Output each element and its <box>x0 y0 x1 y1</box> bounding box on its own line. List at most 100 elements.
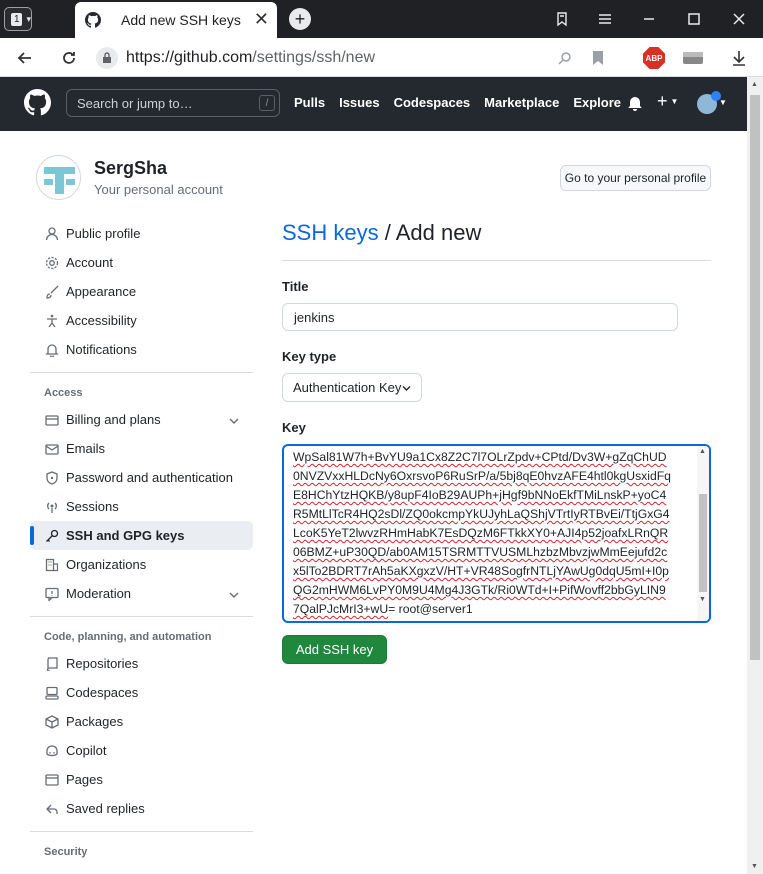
key-icon <box>44 528 60 544</box>
textarea-scrollbar-thumb[interactable] <box>699 494 707 592</box>
minimize-icon[interactable] <box>639 9 659 29</box>
key-textarea-content: WpSal81W7h+BvYU9a1Cx8Z2C7l7OLrZpdv+CPtd/… <box>293 448 687 619</box>
bell-icon <box>44 342 60 358</box>
search-page-icon[interactable] <box>554 47 576 69</box>
chevron-down-icon[interactable] <box>229 587 239 602</box>
settings-sidebar: Public profile Account Appearance Access… <box>30 219 253 864</box>
back-arrow-icon[interactable] <box>14 47 36 69</box>
sidebar-item-accessibility[interactable]: Accessibility <box>30 306 253 335</box>
credit-card-icon <box>44 412 60 428</box>
reload-icon[interactable] <box>58 47 80 69</box>
sidebar-item-saved-replies[interactable]: Saved replies <box>30 794 253 823</box>
sidebar-item-ssh-gpg-keys[interactable]: SSH and GPG keys <box>30 521 253 550</box>
package-icon <box>44 714 60 730</box>
report-icon <box>44 586 60 602</box>
breadcrumb-ssh-keys-link[interactable]: SSH keys <box>282 220 379 245</box>
nav-issues[interactable]: Issues <box>339 95 379 110</box>
sidebar-item-label: Accessibility <box>66 313 137 328</box>
title-input[interactable]: jenkins <box>282 303 678 331</box>
breadcrumb-current: / Add new <box>378 220 482 245</box>
new-tab-button[interactable]: + <box>289 8 311 30</box>
sidebar-item-public-profile[interactable]: Public profile <box>30 219 253 248</box>
sidebar-divider <box>30 831 253 832</box>
key-line: 06BMZ+uP30QD/ab0AM15TSRMTTVUSMLhzbzMbvzj… <box>293 545 668 559</box>
extension-icon[interactable] <box>682 47 704 69</box>
chevron-down-icon[interactable] <box>229 413 239 428</box>
avatar[interactable] <box>36 155 81 200</box>
scrollbar-thumb[interactable] <box>750 95 760 660</box>
chevron-down-icon[interactable]: ▼ <box>719 98 727 107</box>
sidebar-item-appearance[interactable]: Appearance <box>30 277 253 306</box>
key-line: 0NVZVxxHLDcNy6OxrsvoP6RuSrP/a/5bj8qE0hvz… <box>293 469 671 483</box>
url-host: https://github.com <box>126 48 253 66</box>
sidebar-item-billing[interactable]: Billing and plans <box>30 405 253 434</box>
key-comment: = root@server1 <box>388 602 473 616</box>
global-search-input[interactable]: Search or jump to… / <box>66 89 280 117</box>
textarea-scrollbar[interactable]: ▲ ▼ <box>697 446 709 621</box>
scroll-down-arrow-icon[interactable]: ▼ <box>751 863 758 870</box>
nav-codespaces[interactable]: Codespaces <box>394 95 471 110</box>
sidebar-item-account[interactable]: Account <box>30 248 253 277</box>
chevron-down-icon: ▾ <box>26 13 31 24</box>
scroll-down-arrow-icon[interactable]: ▼ <box>699 596 706 603</box>
search-placeholder: Search or jump to… <box>77 95 193 111</box>
user-name[interactable]: SergSha <box>94 158 167 179</box>
sidebar-item-label: Password and authentication <box>66 470 233 485</box>
repo-icon <box>44 656 60 672</box>
close-window-icon[interactable] <box>729 9 749 29</box>
close-tab-icon[interactable]: ✕ <box>254 10 269 28</box>
user-avatar-menu[interactable] <box>697 91 721 114</box>
sidebar-item-label: Packages <box>66 714 124 729</box>
sidebar-item-moderation[interactable]: Moderation <box>30 579 253 608</box>
scroll-up-arrow-icon[interactable]: ▲ <box>751 81 758 88</box>
notifications-bell-icon[interactable] <box>627 95 643 111</box>
mail-icon <box>44 441 60 457</box>
github-favicon-icon <box>85 12 101 28</box>
download-icon[interactable] <box>728 47 750 69</box>
sidebar-item-emails[interactable]: Emails <box>30 434 253 463</box>
sidebar-item-password[interactable]: Password and authentication <box>30 463 253 492</box>
nav-pulls[interactable]: Pulls <box>294 95 325 110</box>
key-line: WpSal81W7h+BvYU9a1Cx8Z2C7l7OLrZpdv+CPtd/… <box>293 450 667 464</box>
lock-icon[interactable] <box>96 46 118 69</box>
browser-tab-active[interactable]: Add new SSH keys ✕ <box>75 2 277 38</box>
sidebar-item-repositories[interactable]: Repositories <box>30 649 253 678</box>
key-line: LcoK5YeT2lwvzRHmHabK7EsDQzM6FTkkXY0+AJI4… <box>293 526 669 540</box>
sidebar-item-copilot[interactable]: Copilot <box>30 736 253 765</box>
add-ssh-key-button[interactable]: Add SSH key <box>282 635 387 664</box>
sidebar-item-codespaces[interactable]: Codespaces <box>30 678 253 707</box>
broadcast-icon <box>44 499 60 515</box>
menu-icon[interactable] <box>595 9 615 29</box>
sidebar-item-packages[interactable]: Packages <box>30 707 253 736</box>
reading-list-icon[interactable] <box>552 9 572 29</box>
key-textarea[interactable]: WpSal81W7h+BvYU9a1Cx8Z2C7l7OLrZpdv+CPtd/… <box>282 444 711 623</box>
sidebar-item-label: Copilot <box>66 743 107 758</box>
browser-tab-bar: 1 ▾ Add new SSH keys ✕ + <box>0 0 763 38</box>
key-type-label: Key type <box>282 349 337 364</box>
sidebar-heading-security: Security <box>44 846 88 858</box>
url-field[interactable]: https://github.com/settings/ssh/new <box>96 44 536 71</box>
shield-lock-icon <box>44 470 60 486</box>
nav-explore[interactable]: Explore <box>573 95 621 110</box>
sidebar-item-organizations[interactable]: Organizations <box>30 550 253 579</box>
key-type-select[interactable]: Authentication Key <box>282 373 422 402</box>
sidebar-item-notifications[interactable]: Notifications <box>30 335 253 364</box>
scroll-up-arrow-icon[interactable]: ▲ <box>699 448 706 455</box>
nav-marketplace[interactable]: Marketplace <box>484 95 559 110</box>
bookmark-icon[interactable] <box>587 47 609 69</box>
sidebar-item-label: Public profile <box>66 226 141 241</box>
sidebar-item-label: Saved replies <box>66 801 145 816</box>
maximize-icon[interactable] <box>684 9 704 29</box>
title-label: Title <box>282 279 309 294</box>
key-type-value: Authentication Key <box>293 380 402 395</box>
sidebar-item-sessions[interactable]: Sessions <box>30 492 253 521</box>
sidebar-item-label: Billing and plans <box>66 412 161 427</box>
create-new-button[interactable]: + ▼ <box>657 91 678 112</box>
gear-icon <box>44 255 60 271</box>
github-logo-icon[interactable] <box>24 89 51 116</box>
title-input-value: jenkins <box>294 309 335 325</box>
go-to-profile-button[interactable]: Go to your personal profile <box>560 165 711 191</box>
page-scrollbar[interactable]: ▲ ▼ <box>747 77 763 874</box>
sidebar-item-pages[interactable]: Pages <box>30 765 253 794</box>
tab-counter-button[interactable]: 1 ▾ <box>4 7 32 31</box>
